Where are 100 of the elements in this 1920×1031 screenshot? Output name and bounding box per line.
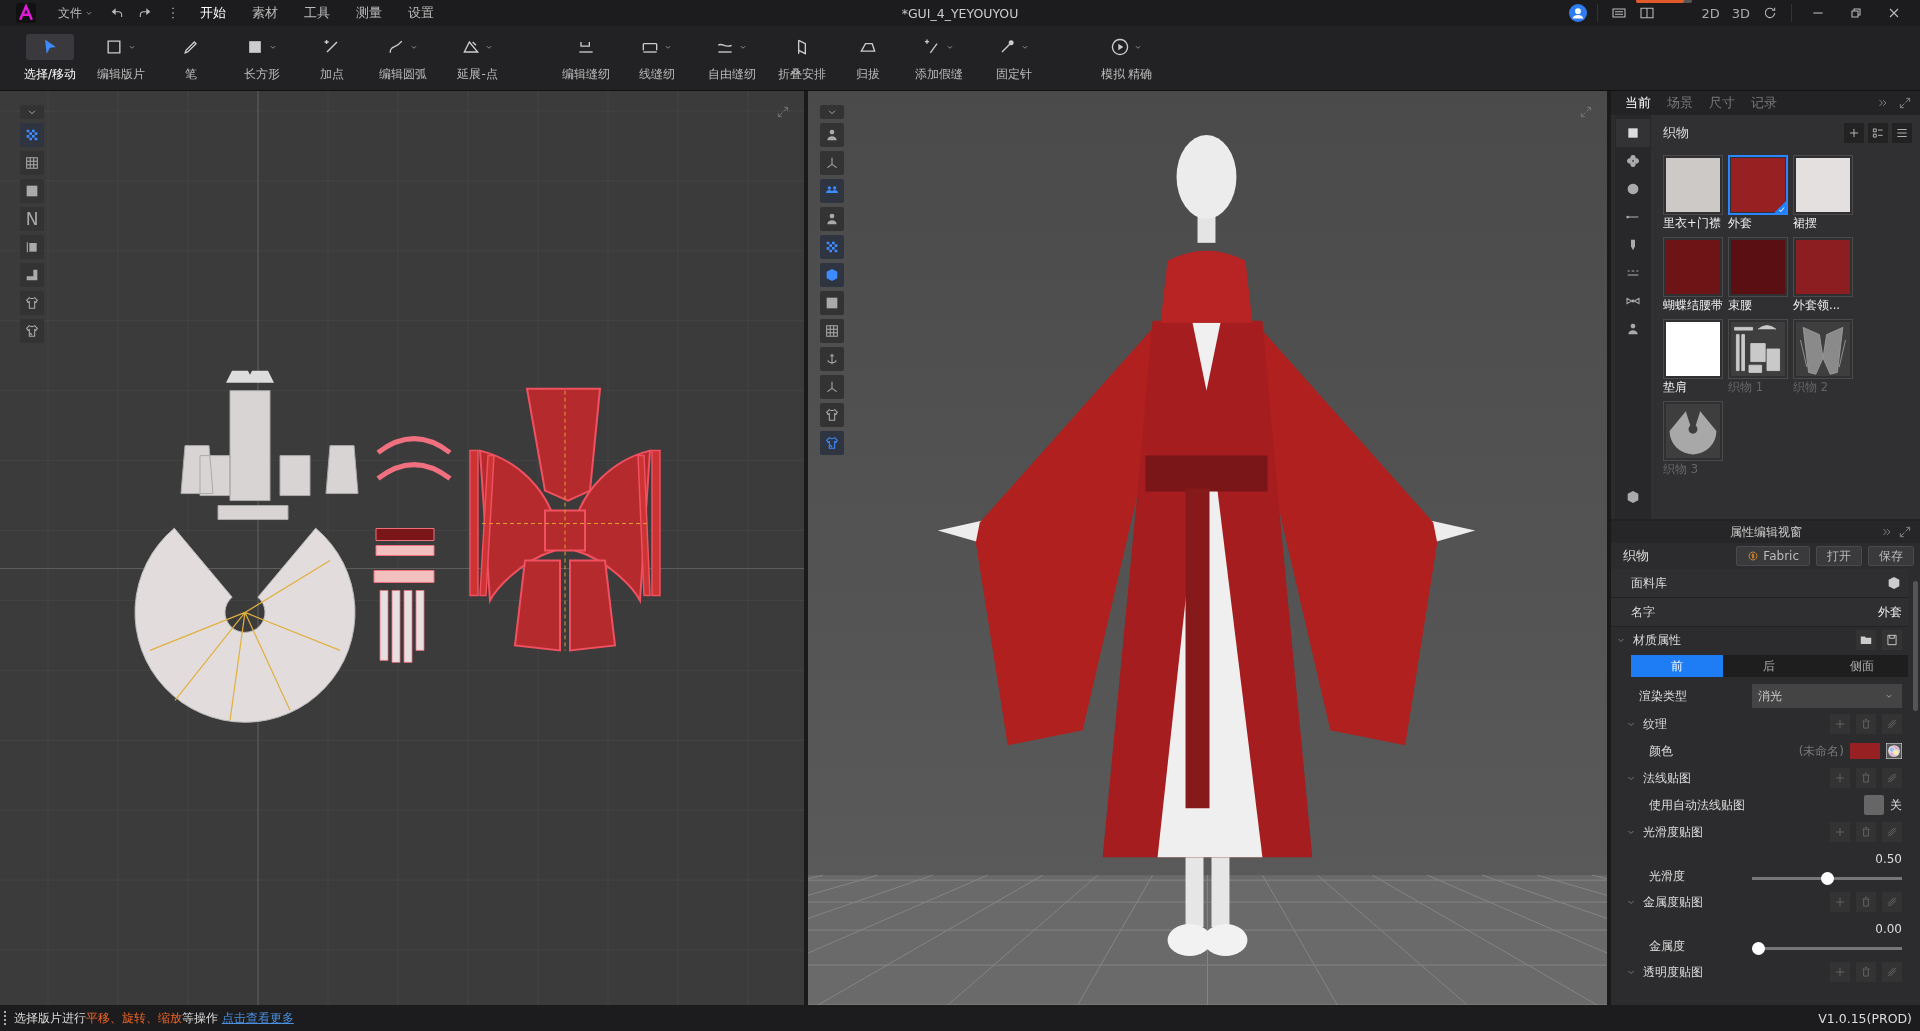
expand-icon[interactable] — [776, 105, 790, 119]
menu-tab[interactable]: 设置 — [398, 2, 444, 24]
shirt-icon[interactable] — [20, 291, 44, 315]
render-type-dropdown[interactable]: 消光 — [1752, 684, 1902, 708]
tool-button[interactable]: 编辑版片 — [84, 29, 158, 87]
tool-button[interactable]: 折叠安排 — [770, 29, 835, 87]
tool-button[interactable]: 加点 — [300, 29, 365, 87]
fabric-swatch[interactable] — [1663, 401, 1723, 461]
tool-button[interactable]: 固定针 — [977, 29, 1051, 87]
person-icon[interactable] — [820, 207, 844, 231]
color-picker-icon[interactable] — [1886, 743, 1902, 759]
menu-tab[interactable]: 开始 — [190, 2, 236, 24]
section-title: 透明度贴图 — [1643, 963, 1703, 981]
section-title: 材质属性 — [1633, 631, 1681, 649]
fabric-swatch[interactable] — [1793, 237, 1853, 297]
tool-button[interactable]: 模拟 精确 — [1090, 29, 1164, 87]
user-avatar-icon[interactable] — [1569, 4, 1588, 22]
tool-button[interactable]: 归拔 — [836, 29, 901, 87]
panel-icon[interactable] — [20, 235, 44, 259]
pattern-canvas[interactable]: N — [0, 91, 804, 1005]
keyboard-icon[interactable] — [1611, 5, 1628, 21]
view-mode-button[interactable]: 2D — [1698, 5, 1723, 21]
panel-title: 属性编辑视窗 — [1729, 523, 1802, 541]
color-swatch[interactable] — [1850, 743, 1880, 759]
cube-icon[interactable] — [1886, 575, 1902, 591]
panel-tab[interactable]: 场景 — [1661, 94, 1699, 112]
menu-tab[interactable]: 测量 — [346, 2, 392, 24]
checker-icon[interactable] — [20, 123, 44, 147]
tool-button[interactable]: 延展-点 — [441, 29, 515, 87]
ruler-icon[interactable] — [20, 263, 44, 287]
fabric-swatch[interactable] — [1728, 155, 1788, 215]
color-name: (未命名) — [1798, 742, 1844, 760]
menu-icon[interactable] — [1892, 123, 1912, 143]
face-tab[interactable]: 前 — [1631, 655, 1724, 677]
notch-tool[interactable]: N — [20, 207, 44, 231]
tool-button[interactable]: 选择/移动 — [18, 29, 83, 87]
face-tab[interactable]: 后 — [1723, 655, 1816, 677]
checker-icon[interactable] — [820, 235, 844, 259]
restore-icon[interactable] — [1848, 5, 1864, 21]
panel-button[interactable]: Fabric — [1736, 546, 1810, 566]
shirt-icon[interactable] — [820, 403, 844, 427]
play-icon — [1110, 36, 1131, 57]
grid-icon[interactable] — [20, 151, 44, 175]
menu-tab[interactable]: 素材 — [242, 2, 288, 24]
menu-tab[interactable]: 工具 — [294, 2, 340, 24]
tool-button[interactable]: 编辑缝纫 — [554, 29, 619, 87]
shirt-icon[interactable] — [20, 319, 44, 343]
slider-value: 0.00 — [1875, 922, 1902, 936]
anchor-icon[interactable] — [820, 347, 844, 371]
axis-icon[interactable] — [820, 375, 844, 399]
fabric-swatch[interactable] — [1728, 237, 1788, 297]
expand-icon[interactable] — [1898, 96, 1912, 110]
panel-button[interactable]: 保存 — [1868, 546, 1914, 566]
expand-icon[interactable] — [1898, 525, 1912, 539]
viewport-3d[interactable] — [808, 91, 1607, 1005]
fabric-swatch[interactable] — [1793, 319, 1853, 379]
panel-tab[interactable]: 记录 — [1745, 94, 1783, 112]
slider[interactable] — [1752, 872, 1902, 885]
fabric-swatch[interactable] — [1663, 237, 1723, 297]
toggle-switch[interactable] — [1864, 795, 1884, 815]
slider[interactable] — [1752, 942, 1902, 955]
refresh-icon[interactable] — [1762, 5, 1778, 21]
panel-button[interactable]: 打开 — [1816, 546, 1862, 566]
section-title: 纹理 — [1643, 715, 1667, 733]
tool-button[interactable]: 线缝纫 — [620, 29, 694, 87]
grid-view-icon[interactable] — [1868, 123, 1888, 143]
tool-button[interactable]: 自由缝纫 — [695, 29, 769, 87]
shirt-icon[interactable] — [820, 431, 844, 455]
coin-icon — [1747, 550, 1760, 562]
section-title: 法线贴图 — [1643, 769, 1691, 787]
filled-square-icon[interactable] — [820, 291, 844, 315]
face-tab[interactable]: 侧面 — [1815, 655, 1908, 677]
field-label: 名字 — [1631, 603, 1655, 621]
avatar-drawing[interactable] — [937, 134, 1476, 957]
pattern-pieces-drawing[interactable] — [134, 370, 661, 723]
cube-icon[interactable] — [820, 263, 844, 287]
people-icon[interactable] — [820, 179, 844, 203]
grid-icon[interactable] — [820, 319, 844, 343]
add-icon[interactable] — [1844, 123, 1864, 143]
folder-icon[interactable] — [1856, 630, 1876, 650]
object-type-label: 织物 — [1623, 547, 1649, 565]
view-mode-button[interactable]: 3D — [1728, 5, 1753, 21]
fabric-swatch[interactable] — [1728, 319, 1788, 379]
help-link[interactable]: 点击查看更多 — [221, 1010, 294, 1025]
fabric-swatch[interactable] — [1663, 155, 1723, 215]
save-icon[interactable] — [1882, 630, 1902, 650]
fabric-swatch[interactable] — [1663, 319, 1723, 379]
tool-button[interactable]: 编辑圆弧 — [366, 29, 440, 87]
tool-button[interactable]: 笔 — [159, 29, 224, 87]
tool-button[interactable]: 添加假缝 — [902, 29, 976, 87]
axis-icon[interactable] — [820, 151, 844, 175]
split-view-icon[interactable] — [1639, 5, 1656, 21]
panel-tab[interactable]: 当前 — [1619, 94, 1657, 112]
fabric-swatch[interactable] — [1793, 155, 1853, 215]
panel-tab[interactable]: 尺寸 — [1703, 94, 1741, 112]
field-label: 颜色 — [1649, 742, 1673, 760]
filled-square-icon[interactable] — [20, 179, 44, 203]
file-menu[interactable]: 文件 — [52, 2, 100, 24]
person-icon[interactable] — [820, 123, 844, 147]
tool-button[interactable]: 长方形 — [225, 29, 299, 87]
